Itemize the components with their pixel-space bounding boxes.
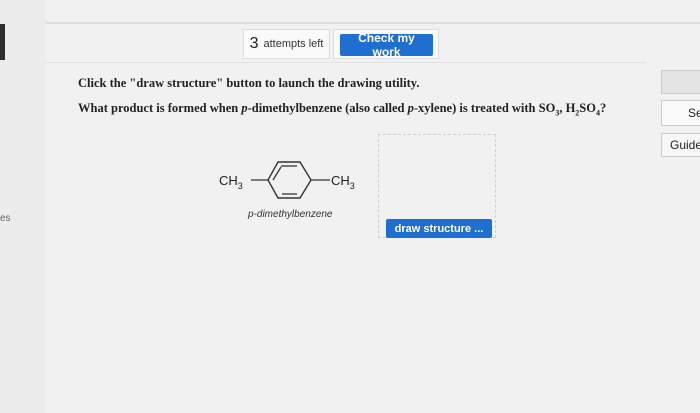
- left-panel: es: [0, 0, 46, 413]
- check-work-container: Check my work: [333, 29, 439, 59]
- right-panel-button[interactable]: [661, 70, 700, 94]
- right-methyl-label: CH3: [331, 173, 355, 191]
- question-instruction: Click the "draw structure" button to lau…: [78, 76, 420, 90]
- guided-solution-button[interactable]: Guide: [661, 133, 700, 157]
- left-panel-text: es: [0, 213, 11, 224]
- benzene-ring: [267, 161, 312, 199]
- draw-structure-button[interactable]: draw structure ...: [386, 219, 492, 238]
- attempts-label: attempts left: [263, 38, 324, 50]
- left-methyl-label: CH3: [219, 173, 243, 191]
- attempts-counter: 3 attempts left: [243, 29, 330, 59]
- attempts-count: 3: [249, 35, 259, 52]
- molecule-name: p-dimethylbenzene: [248, 209, 333, 220]
- p-dimethylbenzene-structure: CH3 CH3: [219, 161, 355, 199]
- header-divider: [46, 22, 700, 24]
- left-panel-edge: [0, 24, 5, 60]
- check-my-work-button[interactable]: Check my work: [340, 31, 433, 59]
- question-prompt: What product is formed when p-dimethylbe…: [78, 101, 607, 118]
- right-panel-button-se[interactable]: Se: [661, 100, 700, 126]
- section-divider: [46, 62, 646, 63]
